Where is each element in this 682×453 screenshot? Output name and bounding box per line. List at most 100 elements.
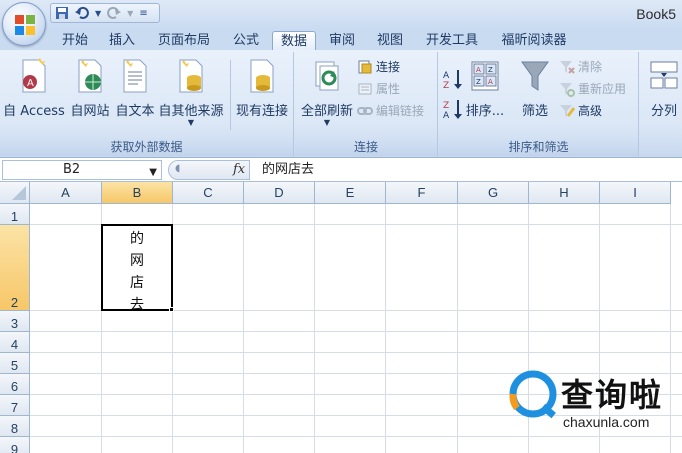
formula-bar-collapse-icon[interactable]: ◖ bbox=[175, 163, 180, 174]
redo-dropdown-icon[interactable]: ▼ bbox=[127, 9, 133, 18]
advanced-label: 高级 bbox=[578, 104, 603, 118]
tab-review[interactable]: 审阅 bbox=[322, 31, 362, 50]
from-web-button[interactable]: 自网站 bbox=[68, 56, 112, 134]
column-header-c[interactable]: C bbox=[173, 182, 244, 204]
select-all-corner[interactable] bbox=[0, 182, 30, 204]
select-all-icon bbox=[12, 186, 26, 200]
tab-data[interactable]: 数据 bbox=[272, 31, 316, 50]
other-sources-icon bbox=[179, 59, 203, 93]
column-header-i[interactable]: I bbox=[600, 182, 671, 204]
text-to-columns-label: 分列 bbox=[650, 104, 677, 119]
tab-view[interactable]: 视图 bbox=[370, 31, 410, 50]
watermark-logo-icon bbox=[509, 370, 557, 419]
tab-page-layout[interactable]: 页面布局 bbox=[150, 31, 218, 50]
sort-button[interactable]: AZ ZA 排序... bbox=[465, 56, 505, 134]
existing-connections-button[interactable]: 现有连接 bbox=[232, 56, 292, 134]
refresh-all-label: 全部刷新 bbox=[300, 104, 353, 119]
column-header-f[interactable]: F bbox=[386, 182, 458, 204]
row-header-7[interactable]: 7 bbox=[0, 395, 30, 416]
chain-link-icon bbox=[357, 107, 373, 115]
ribbon-tabs: 开始 插入 页面布局 公式 数据 审阅 视图 开发工具 福昕阅读器 bbox=[0, 30, 682, 50]
undo-dropdown-icon[interactable]: ▼ bbox=[95, 9, 101, 18]
group-label-sort-filter: 排序和筛选 bbox=[439, 138, 638, 156]
save-icon[interactable] bbox=[55, 6, 69, 20]
column-header-h[interactable]: H bbox=[529, 182, 600, 204]
tab-developer[interactable]: 开发工具 bbox=[418, 31, 486, 50]
text-to-columns-icon bbox=[650, 61, 678, 89]
connections-label: 连接 bbox=[376, 60, 401, 74]
row-header-5[interactable]: 5 bbox=[0, 353, 30, 374]
watermark-brand: 查询啦 bbox=[561, 376, 664, 414]
row-header-4[interactable]: 4 bbox=[0, 332, 30, 353]
column-header-g[interactable]: G bbox=[458, 182, 529, 204]
properties-label: 属性 bbox=[376, 82, 401, 96]
reapply-button[interactable]: 重新应用 bbox=[559, 80, 626, 98]
fill-handle[interactable] bbox=[169, 307, 174, 312]
watermark-domain: chaxunla.com bbox=[563, 414, 650, 430]
column-header-a[interactable]: A bbox=[30, 182, 102, 204]
from-access-label: 自 Access bbox=[3, 104, 65, 119]
name-box[interactable]: B2 ▼ bbox=[2, 160, 162, 180]
row-header-6[interactable]: 6 bbox=[0, 374, 30, 395]
group-data-tools: 分列 bbox=[640, 52, 682, 156]
from-web-label: 自网站 bbox=[70, 104, 110, 119]
row-header-2[interactable]: 2 bbox=[0, 225, 30, 311]
from-text-button[interactable]: 自文本 bbox=[113, 56, 157, 134]
reapply-label: 重新应用 bbox=[578, 82, 627, 96]
row-header-1[interactable]: 1 bbox=[0, 204, 30, 225]
dropdown-arrow-icon: ▼ bbox=[187, 118, 195, 127]
group-sort-filter: AZ ZA AZ ZA 排序... 筛选 清除 重新应用 高级 排序和筛选 bbox=[439, 52, 639, 156]
row-header-9[interactable]: 9 bbox=[0, 437, 30, 453]
title-bar: ▼ ▼ ≡ Book5 bbox=[0, 0, 682, 30]
connections-button[interactable]: 连接 bbox=[357, 58, 400, 76]
tab-insert[interactable]: 插入 bbox=[102, 31, 142, 50]
cell-b2[interactable]: 的 网 店 去 bbox=[101, 224, 173, 313]
edit-links-button[interactable]: 编辑链接 bbox=[357, 102, 424, 120]
filter-button[interactable]: 筛选 bbox=[513, 56, 557, 134]
formula-bar: B2 ▼ ◖ fx 的网店去 bbox=[0, 158, 682, 182]
edit-links-label: 编辑链接 bbox=[376, 104, 425, 118]
text-file-icon bbox=[123, 59, 147, 93]
group-label-get-external-data: 获取外部数据 bbox=[0, 138, 293, 156]
svg-text:A: A bbox=[443, 111, 450, 120]
text-to-columns-button[interactable]: 分列 bbox=[644, 56, 682, 134]
tab-foxit-reader[interactable]: 福昕阅读器 bbox=[494, 31, 574, 50]
sort-dialog-icon: AZ ZA bbox=[471, 61, 499, 91]
svg-text:A: A bbox=[443, 71, 450, 81]
cell-b2-line: 去 bbox=[130, 297, 144, 313]
existing-connections-label: 现有连接 bbox=[235, 104, 288, 119]
group-connections: 全部刷新 ▼ 连接 属性 编辑链接 连接 bbox=[295, 52, 438, 156]
from-text-label: 自文本 bbox=[115, 104, 155, 119]
redo-icon[interactable] bbox=[107, 6, 122, 20]
undo-icon[interactable] bbox=[75, 6, 89, 20]
ribbon: A 自 Access 自网站 自文本 自其他来源 ▼ 现有连接 获取外部数据 全… bbox=[0, 50, 682, 158]
properties-button[interactable]: 属性 bbox=[357, 80, 400, 98]
office-button[interactable] bbox=[2, 2, 46, 46]
svg-text:A: A bbox=[488, 78, 493, 86]
from-other-sources-button[interactable]: 自其他来源 ▼ bbox=[158, 56, 224, 150]
sort-descending-icon: ZA bbox=[443, 100, 462, 121]
svg-text:A: A bbox=[27, 78, 34, 89]
separator bbox=[230, 60, 231, 130]
refresh-all-button[interactable]: 全部刷新 ▼ bbox=[297, 56, 357, 150]
advanced-filter-icon bbox=[560, 105, 575, 117]
cell-b2-line: 的 bbox=[130, 231, 144, 247]
sort-ascending-button[interactable]: AZ bbox=[443, 68, 463, 91]
column-header-e[interactable]: E bbox=[315, 182, 386, 204]
insert-function-icon[interactable]: fx bbox=[233, 162, 245, 177]
tab-home[interactable]: 开始 bbox=[55, 31, 95, 50]
row-header-3[interactable]: 3 bbox=[0, 311, 30, 332]
sort-descending-button[interactable]: ZA bbox=[443, 98, 463, 121]
advanced-button[interactable]: 高级 bbox=[559, 102, 602, 120]
name-box-dropdown-icon[interactable]: ▼ bbox=[149, 164, 157, 182]
column-gridline bbox=[314, 204, 315, 453]
tab-formulas[interactable]: 公式 bbox=[226, 31, 266, 50]
customize-qat-icon[interactable]: ≡ bbox=[139, 8, 147, 19]
svg-text:Z: Z bbox=[476, 78, 481, 86]
from-access-button[interactable]: A 自 Access bbox=[2, 56, 66, 134]
formula-input[interactable]: 的网店去 bbox=[252, 160, 680, 180]
column-header-b[interactable]: B bbox=[102, 182, 173, 204]
clear-button[interactable]: 清除 bbox=[559, 58, 602, 76]
column-header-d[interactable]: D bbox=[244, 182, 315, 204]
row-header-8[interactable]: 8 bbox=[0, 416, 30, 437]
